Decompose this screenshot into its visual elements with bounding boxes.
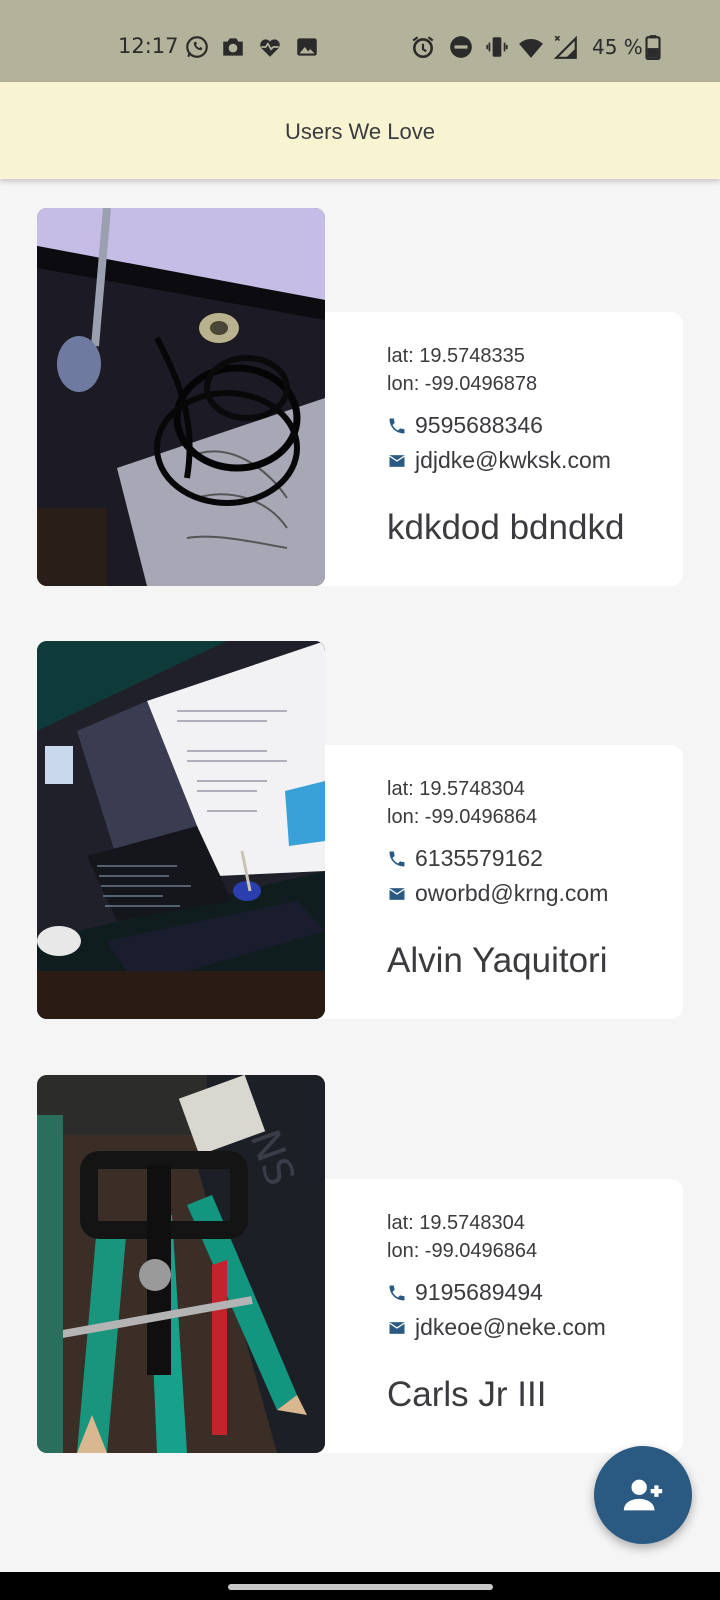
coordinates: lat: 19.5748304 lon: -99.0496864	[387, 775, 537, 831]
phone-icon	[389, 1285, 405, 1300]
user-name: Carls Jr III	[387, 1375, 547, 1414]
battery-percentage: 45 %	[592, 35, 643, 59]
email-icon	[389, 1321, 405, 1334]
status-bar: 12:17 45 %	[0, 0, 720, 82]
email-address: jdjdke@kwksk.com	[415, 447, 611, 473]
latitude: lat: 19.5748304	[387, 778, 525, 800]
heart-pulse-icon	[260, 39, 280, 57]
phone-row[interactable]: 9195689494	[387, 1279, 543, 1306]
user-photo	[37, 641, 325, 1019]
longitude: lon: -99.0496878	[387, 373, 538, 395]
user-info-panel: lat: 19.5748304 lon: -99.0496864 9195689…	[287, 1179, 683, 1453]
phone-number: 9595688346	[415, 412, 543, 438]
wifi-icon	[519, 39, 543, 58]
navigation-bar	[0, 1572, 720, 1600]
battery-icon	[645, 35, 661, 60]
user-card[interactable]: lat: 19.5748335 lon: -99.0496878 9595688…	[37, 208, 683, 586]
user-name: kdkdod bdndkd	[387, 508, 625, 547]
phone-number: 6135579162	[415, 845, 543, 871]
desk-cables-photo	[37, 208, 325, 586]
coordinates: lat: 19.5748335 lon: -99.0496878	[387, 342, 537, 398]
app-bar: Users We Love	[0, 82, 720, 179]
email-address: jdkeoe@neke.com	[415, 1314, 606, 1340]
user-info-panel: lat: 19.5748335 lon: -99.0496878 9595688…	[287, 312, 683, 586]
add-person-icon	[623, 1479, 663, 1511]
vibrate-icon	[486, 37, 508, 57]
laptop-screen-photo	[37, 641, 325, 1019]
do-not-disturb-icon	[450, 36, 472, 58]
signal-icon	[553, 35, 577, 59]
user-photo	[37, 208, 325, 586]
email-icon	[389, 454, 405, 467]
user-card[interactable]: NS lat: 19.5748304 lon: -99.0496864 9195…	[37, 1075, 683, 1453]
coordinates: lat: 19.5748304 lon: -99.0496864	[387, 1209, 537, 1265]
phone-icon	[389, 418, 405, 433]
email-row[interactable]: jdjdke@kwksk.com	[387, 447, 611, 474]
email-icon	[389, 887, 405, 900]
user-card[interactable]: lat: 19.5748304 lon: -99.0496864 6135579…	[37, 641, 683, 1019]
user-name: Alvin Yaquitori	[387, 941, 608, 980]
pencils-phone-holder-photo: NS	[37, 1075, 325, 1453]
alarm-icon	[412, 36, 434, 59]
latitude: lat: 19.5748335	[387, 345, 525, 367]
whatsapp-icon	[186, 36, 208, 58]
email-address: oworbd@krng.com	[415, 880, 609, 906]
image-icon	[297, 38, 317, 56]
email-row[interactable]: jdkeoe@neke.com	[387, 1314, 606, 1341]
phone-row[interactable]: 9595688346	[387, 412, 543, 439]
latitude: lat: 19.5748304	[387, 1212, 525, 1234]
email-row[interactable]: oworbd@krng.com	[387, 880, 608, 907]
app-title: Users We Love	[285, 118, 435, 144]
user-info-panel: lat: 19.5748304 lon: -99.0496864 6135579…	[287, 745, 683, 1019]
status-time: 12:17	[118, 34, 179, 58]
phone-row[interactable]: 6135579162	[387, 845, 543, 872]
longitude: lon: -99.0496864	[387, 1240, 538, 1262]
add-user-button[interactable]	[594, 1446, 692, 1544]
user-photo: NS	[37, 1075, 325, 1453]
longitude: lon: -99.0496864	[387, 806, 538, 828]
camera-icon	[223, 38, 243, 56]
home-gesture-handle[interactable]	[228, 1584, 493, 1590]
phone-icon	[389, 851, 405, 866]
phone-number: 9195689494	[415, 1279, 543, 1305]
